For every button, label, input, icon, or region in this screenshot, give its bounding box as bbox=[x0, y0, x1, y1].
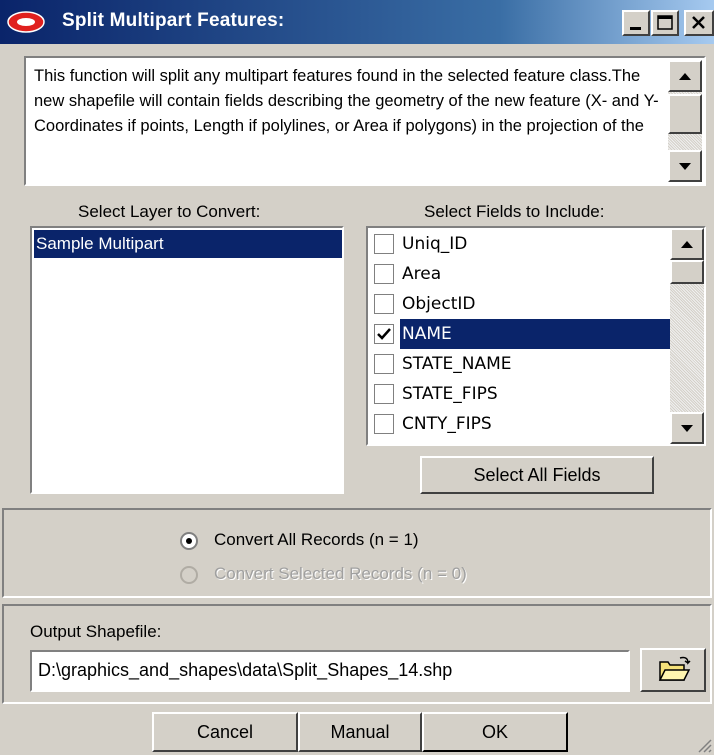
field-checkbox[interactable] bbox=[374, 294, 394, 314]
description-text: This function will split any multipart f… bbox=[34, 67, 659, 135]
maximize-button[interactable] bbox=[651, 10, 679, 36]
field-checkbox-checked[interactable] bbox=[374, 324, 394, 344]
convert-all-label: Convert All Records (n = 1) bbox=[214, 530, 419, 549]
arrow-up-icon bbox=[681, 241, 693, 248]
minimize-button[interactable] bbox=[622, 10, 650, 36]
title-bar[interactable]: Split Multipart Features: bbox=[0, 0, 714, 44]
field-checkbox[interactable] bbox=[374, 414, 394, 434]
manual-button[interactable]: Manual bbox=[298, 712, 422, 752]
field-checkbox[interactable] bbox=[374, 384, 394, 404]
window-title: Split Multipart Features: bbox=[62, 10, 285, 31]
cancel-button[interactable]: Cancel bbox=[152, 712, 298, 752]
field-listbox[interactable]: Uniq_ID Area ObjectID NAME STATE_NAME ST… bbox=[366, 226, 706, 446]
field-label: STATE_FIPS bbox=[402, 384, 498, 404]
convert-selected-label: Convert Selected Records (n = 0) bbox=[214, 564, 467, 583]
browse-button[interactable] bbox=[640, 648, 706, 692]
resize-grip-icon[interactable] bbox=[696, 737, 712, 753]
ok-button[interactable]: OK bbox=[422, 712, 568, 752]
arrow-down-icon bbox=[679, 163, 691, 170]
scroll-up-button[interactable] bbox=[668, 60, 702, 92]
open-folder-icon bbox=[658, 656, 691, 681]
arrow-down-icon bbox=[681, 425, 693, 432]
scroll-down-button[interactable] bbox=[670, 412, 704, 444]
minimize-icon bbox=[630, 27, 641, 30]
field-label: Area bbox=[402, 264, 442, 284]
scroll-thumb[interactable] bbox=[668, 94, 702, 134]
field-item-objectid[interactable]: ObjectID bbox=[370, 289, 670, 319]
layer-item-sample-multipart[interactable]: Sample Multipart bbox=[34, 230, 342, 258]
checkmark-icon bbox=[377, 328, 391, 340]
select-all-fields-button[interactable]: Select All Fields bbox=[420, 456, 654, 494]
field-item-uniq-id[interactable]: Uniq_ID bbox=[370, 229, 670, 259]
field-list-label: Select Fields to Include: bbox=[424, 202, 605, 221]
field-item-state-name[interactable]: STATE_NAME bbox=[370, 349, 670, 379]
close-icon bbox=[692, 16, 705, 29]
field-item-state-fips[interactable]: STATE_FIPS bbox=[370, 379, 670, 409]
convert-selected-radio bbox=[180, 566, 198, 584]
description-textbox[interactable]: This function will split any multipart f… bbox=[24, 56, 706, 186]
maximize-icon bbox=[657, 15, 673, 30]
red-diamond-icon bbox=[7, 11, 45, 33]
convert-all-radio[interactable] bbox=[180, 532, 198, 550]
layer-list-label: Select Layer to Convert: bbox=[78, 202, 261, 221]
arrow-up-icon bbox=[679, 73, 691, 80]
field-item-name[interactable]: NAME bbox=[370, 319, 670, 349]
split-multipart-dialog: Split Multipart Features: This function … bbox=[0, 0, 714, 755]
output-label: Output Shapefile: bbox=[30, 622, 162, 641]
field-label: ObjectID bbox=[402, 294, 476, 314]
close-button[interactable] bbox=[684, 10, 714, 36]
scroll-up-button[interactable] bbox=[670, 228, 704, 260]
scroll-down-button[interactable] bbox=[668, 150, 702, 182]
field-label: Uniq_ID bbox=[402, 234, 468, 254]
field-label: STATE_NAME bbox=[402, 354, 512, 374]
field-item-area[interactable]: Area bbox=[370, 259, 670, 289]
field-checkbox[interactable] bbox=[374, 264, 394, 284]
field-label: CNTY_FIPS bbox=[402, 414, 492, 434]
field-list-scrollbar[interactable] bbox=[670, 228, 704, 444]
scroll-thumb[interactable] bbox=[670, 260, 704, 284]
output-path-field[interactable]: D:\graphics_and_shapes\data\Split_Shapes… bbox=[30, 650, 630, 692]
description-scrollbar[interactable] bbox=[668, 60, 702, 182]
records-group: Convert All Records (n = 1) Convert Sele… bbox=[2, 508, 712, 598]
field-label: NAME bbox=[400, 319, 670, 349]
field-checkbox[interactable] bbox=[374, 354, 394, 374]
field-checkbox[interactable] bbox=[374, 234, 394, 254]
field-item-cnty-fips[interactable]: CNTY_FIPS bbox=[370, 409, 670, 439]
layer-listbox[interactable]: Sample Multipart bbox=[30, 226, 344, 494]
